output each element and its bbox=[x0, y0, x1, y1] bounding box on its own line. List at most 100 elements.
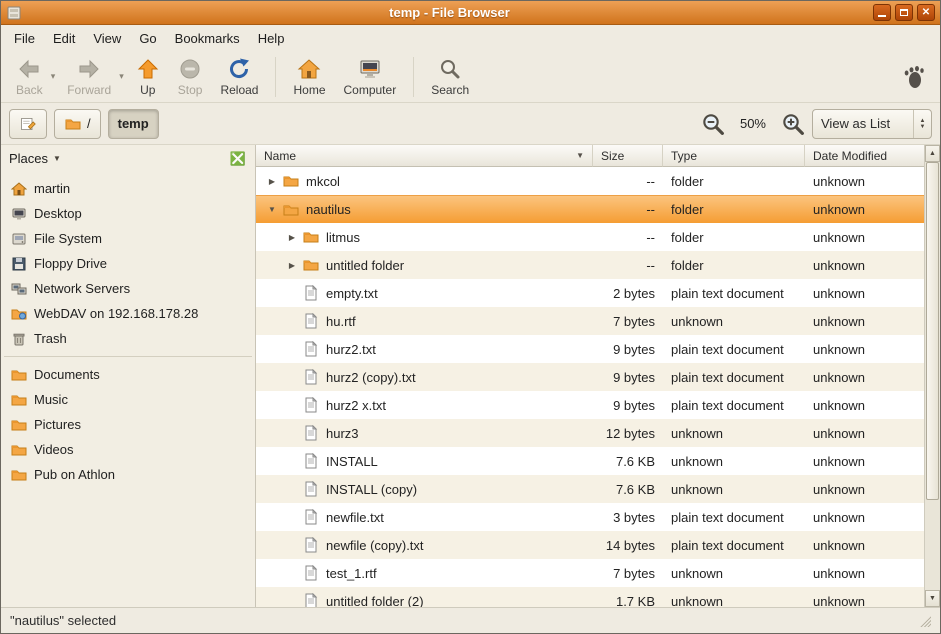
expander-icon[interactable]: ▼ bbox=[264, 205, 280, 214]
scrollbar-thumb[interactable] bbox=[926, 162, 939, 500]
file-row-hu-rtf[interactable]: hu.rtf7 bytesunknownunknown bbox=[256, 307, 924, 335]
view-mode-select[interactable]: View as List ▲▼ bbox=[812, 109, 932, 139]
file-type: unknown bbox=[663, 426, 805, 441]
column-header-date-modified[interactable]: Date Modified bbox=[805, 145, 924, 167]
column-header-name[interactable]: Name ▼ bbox=[256, 145, 593, 167]
folder-icon bbox=[302, 229, 320, 245]
zoom-in-button[interactable] bbox=[781, 112, 805, 136]
file-type: unknown bbox=[663, 482, 805, 497]
file-row-newfile-copy-txt[interactable]: newfile (copy).txt14 bytesplain text doc… bbox=[256, 531, 924, 559]
scrollbar-track[interactable] bbox=[925, 162, 940, 590]
file-name: newfile (copy).txt bbox=[326, 538, 424, 553]
edit-location-icon bbox=[19, 116, 37, 132]
home-button[interactable]: Home bbox=[284, 54, 334, 100]
vertical-scrollbar[interactable]: ▲ ▼ bbox=[924, 145, 940, 607]
stop-button[interactable]: Stop bbox=[169, 54, 212, 100]
reload-button[interactable]: Reload bbox=[211, 54, 267, 100]
sidebar-item-videos[interactable]: Videos bbox=[1, 437, 255, 462]
file-size: 9 bytes bbox=[593, 370, 663, 385]
sidebar-item-trash[interactable]: Trash bbox=[1, 326, 255, 351]
file-row-untitled-folder[interactable]: ▶untitled folder--folderunknown bbox=[256, 251, 924, 279]
column-header-size[interactable]: Size bbox=[593, 145, 663, 167]
sidebar-item-file-system[interactable]: File System bbox=[1, 226, 255, 251]
sidebar-item-pictures[interactable]: Pictures bbox=[1, 412, 255, 437]
menubar: FileEditViewGoBookmarksHelp bbox=[1, 25, 940, 51]
expander-icon[interactable]: ▶ bbox=[284, 261, 300, 270]
zoom-out-button[interactable] bbox=[701, 112, 725, 136]
scroll-down-button[interactable]: ▼ bbox=[925, 590, 940, 607]
file-row-hurz2-copy-txt[interactable]: hurz2 (copy).txt9 bytesplain text docume… bbox=[256, 363, 924, 391]
file-size: 2 bytes bbox=[593, 286, 663, 301]
window-title: temp - File Browser bbox=[26, 5, 873, 20]
path-button-root[interactable]: / bbox=[54, 109, 101, 139]
column-headers: Name ▼ Size Type Date Modified bbox=[256, 145, 924, 167]
sidebar-close-button[interactable]: ❎ bbox=[229, 150, 247, 168]
places-sidebar: Places ▼ ❎ martinDesktopFile SystemFlopp… bbox=[1, 145, 256, 607]
file-date-modified: unknown bbox=[805, 454, 924, 469]
file-row-nautilus[interactable]: ▼nautilus--folderunknown bbox=[256, 195, 924, 223]
file-type: unknown bbox=[663, 314, 805, 329]
sidebar-item-webdav-on-192-168-178-28[interactable]: WebDAV on 192.168.178.28 bbox=[1, 301, 255, 326]
sidebar-item-pub-on-athlon[interactable]: Pub on Athlon bbox=[1, 462, 255, 487]
file-row-untitled-folder-2[interactable]: untitled folder (2)1.7 KBunknownunknown bbox=[256, 587, 924, 607]
file-date-modified: unknown bbox=[805, 370, 924, 385]
file-row-hurz2-x-txt[interactable]: hurz2 x.txt9 bytesplain text documentunk… bbox=[256, 391, 924, 419]
expander-icon[interactable]: ▶ bbox=[264, 177, 280, 186]
sidebar-item-documents[interactable]: Documents bbox=[1, 362, 255, 387]
file-row-install[interactable]: INSTALL7.6 KBunknownunknown bbox=[256, 447, 924, 475]
file-row-newfile-txt[interactable]: newfile.txt3 bytesplain text documentunk… bbox=[256, 503, 924, 531]
path-root-label: / bbox=[87, 116, 91, 131]
resize-grip[interactable] bbox=[918, 614, 931, 627]
computer-icon bbox=[358, 57, 382, 81]
up-button[interactable]: Up bbox=[127, 54, 169, 100]
forward-history-dropdown[interactable]: ▾ bbox=[116, 71, 127, 82]
home-label: Home bbox=[293, 83, 325, 97]
toolbar-separator bbox=[275, 57, 276, 97]
menu-edit[interactable]: Edit bbox=[44, 25, 84, 51]
computer-button[interactable]: Computer bbox=[335, 54, 406, 100]
sidebar-item-floppy-drive[interactable]: Floppy Drive bbox=[1, 251, 255, 276]
menu-view[interactable]: View bbox=[84, 25, 130, 51]
close-button[interactable]: ✕ bbox=[917, 4, 935, 21]
minimize-icon bbox=[878, 15, 886, 17]
back-button[interactable]: Back bbox=[7, 54, 52, 100]
back-history-dropdown[interactable]: ▾ bbox=[48, 71, 59, 82]
search-button[interactable]: Search bbox=[422, 54, 478, 100]
file-icon bbox=[302, 425, 320, 441]
menu-file[interactable]: File bbox=[5, 25, 44, 51]
file-size: -- bbox=[593, 202, 663, 217]
file-row-hurz2-txt[interactable]: hurz2.txt9 bytesplain text documentunkno… bbox=[256, 335, 924, 363]
up-icon bbox=[136, 57, 160, 81]
file-row-mkcol[interactable]: ▶mkcol--folderunknown bbox=[256, 167, 924, 195]
titlebar[interactable]: temp - File Browser ✕ bbox=[1, 1, 940, 25]
sidebar-item-desktop[interactable]: Desktop bbox=[1, 201, 255, 226]
file-row-hurz3[interactable]: hurz312 bytesunknownunknown bbox=[256, 419, 924, 447]
sidebar-item-music[interactable]: Music bbox=[1, 387, 255, 412]
file-size: 7.6 KB bbox=[593, 454, 663, 469]
forward-button[interactable]: Forward bbox=[58, 54, 120, 100]
places-title[interactable]: Places bbox=[9, 151, 48, 166]
column-header-type[interactable]: Type bbox=[663, 145, 805, 167]
file-row-litmus[interactable]: ▶litmus--folderunknown bbox=[256, 223, 924, 251]
scroll-up-button[interactable]: ▲ bbox=[925, 145, 940, 162]
sidebar-item-network-servers[interactable]: Network Servers bbox=[1, 276, 255, 301]
file-row-test-1-rtf[interactable]: test_1.rtf7 bytesunknownunknown bbox=[256, 559, 924, 587]
minimize-button[interactable] bbox=[873, 4, 891, 21]
sidebar-item-martin[interactable]: martin bbox=[1, 176, 255, 201]
menu-help[interactable]: Help bbox=[249, 25, 294, 51]
file-size: 3 bytes bbox=[593, 510, 663, 525]
expander-icon[interactable]: ▶ bbox=[284, 233, 300, 242]
file-row-empty-txt[interactable]: empty.txt2 bytesplain text documentunkno… bbox=[256, 279, 924, 307]
maximize-button[interactable] bbox=[895, 4, 913, 21]
file-list-body: ▶mkcol--folderunknown▼nautilus--folderun… bbox=[256, 167, 924, 607]
floppy-icon bbox=[11, 256, 27, 272]
gnome-logo bbox=[894, 61, 934, 93]
file-row-install-copy[interactable]: INSTALL (copy)7.6 KBunknownunknown bbox=[256, 475, 924, 503]
menu-go[interactable]: Go bbox=[130, 25, 165, 51]
sidebar-separator bbox=[4, 356, 252, 357]
path-button-current[interactable]: temp bbox=[108, 109, 159, 139]
forward-icon bbox=[77, 57, 101, 81]
menu-bookmarks[interactable]: Bookmarks bbox=[166, 25, 249, 51]
file-type: folder bbox=[663, 202, 805, 217]
toggle-location-entry-button[interactable] bbox=[9, 109, 47, 139]
